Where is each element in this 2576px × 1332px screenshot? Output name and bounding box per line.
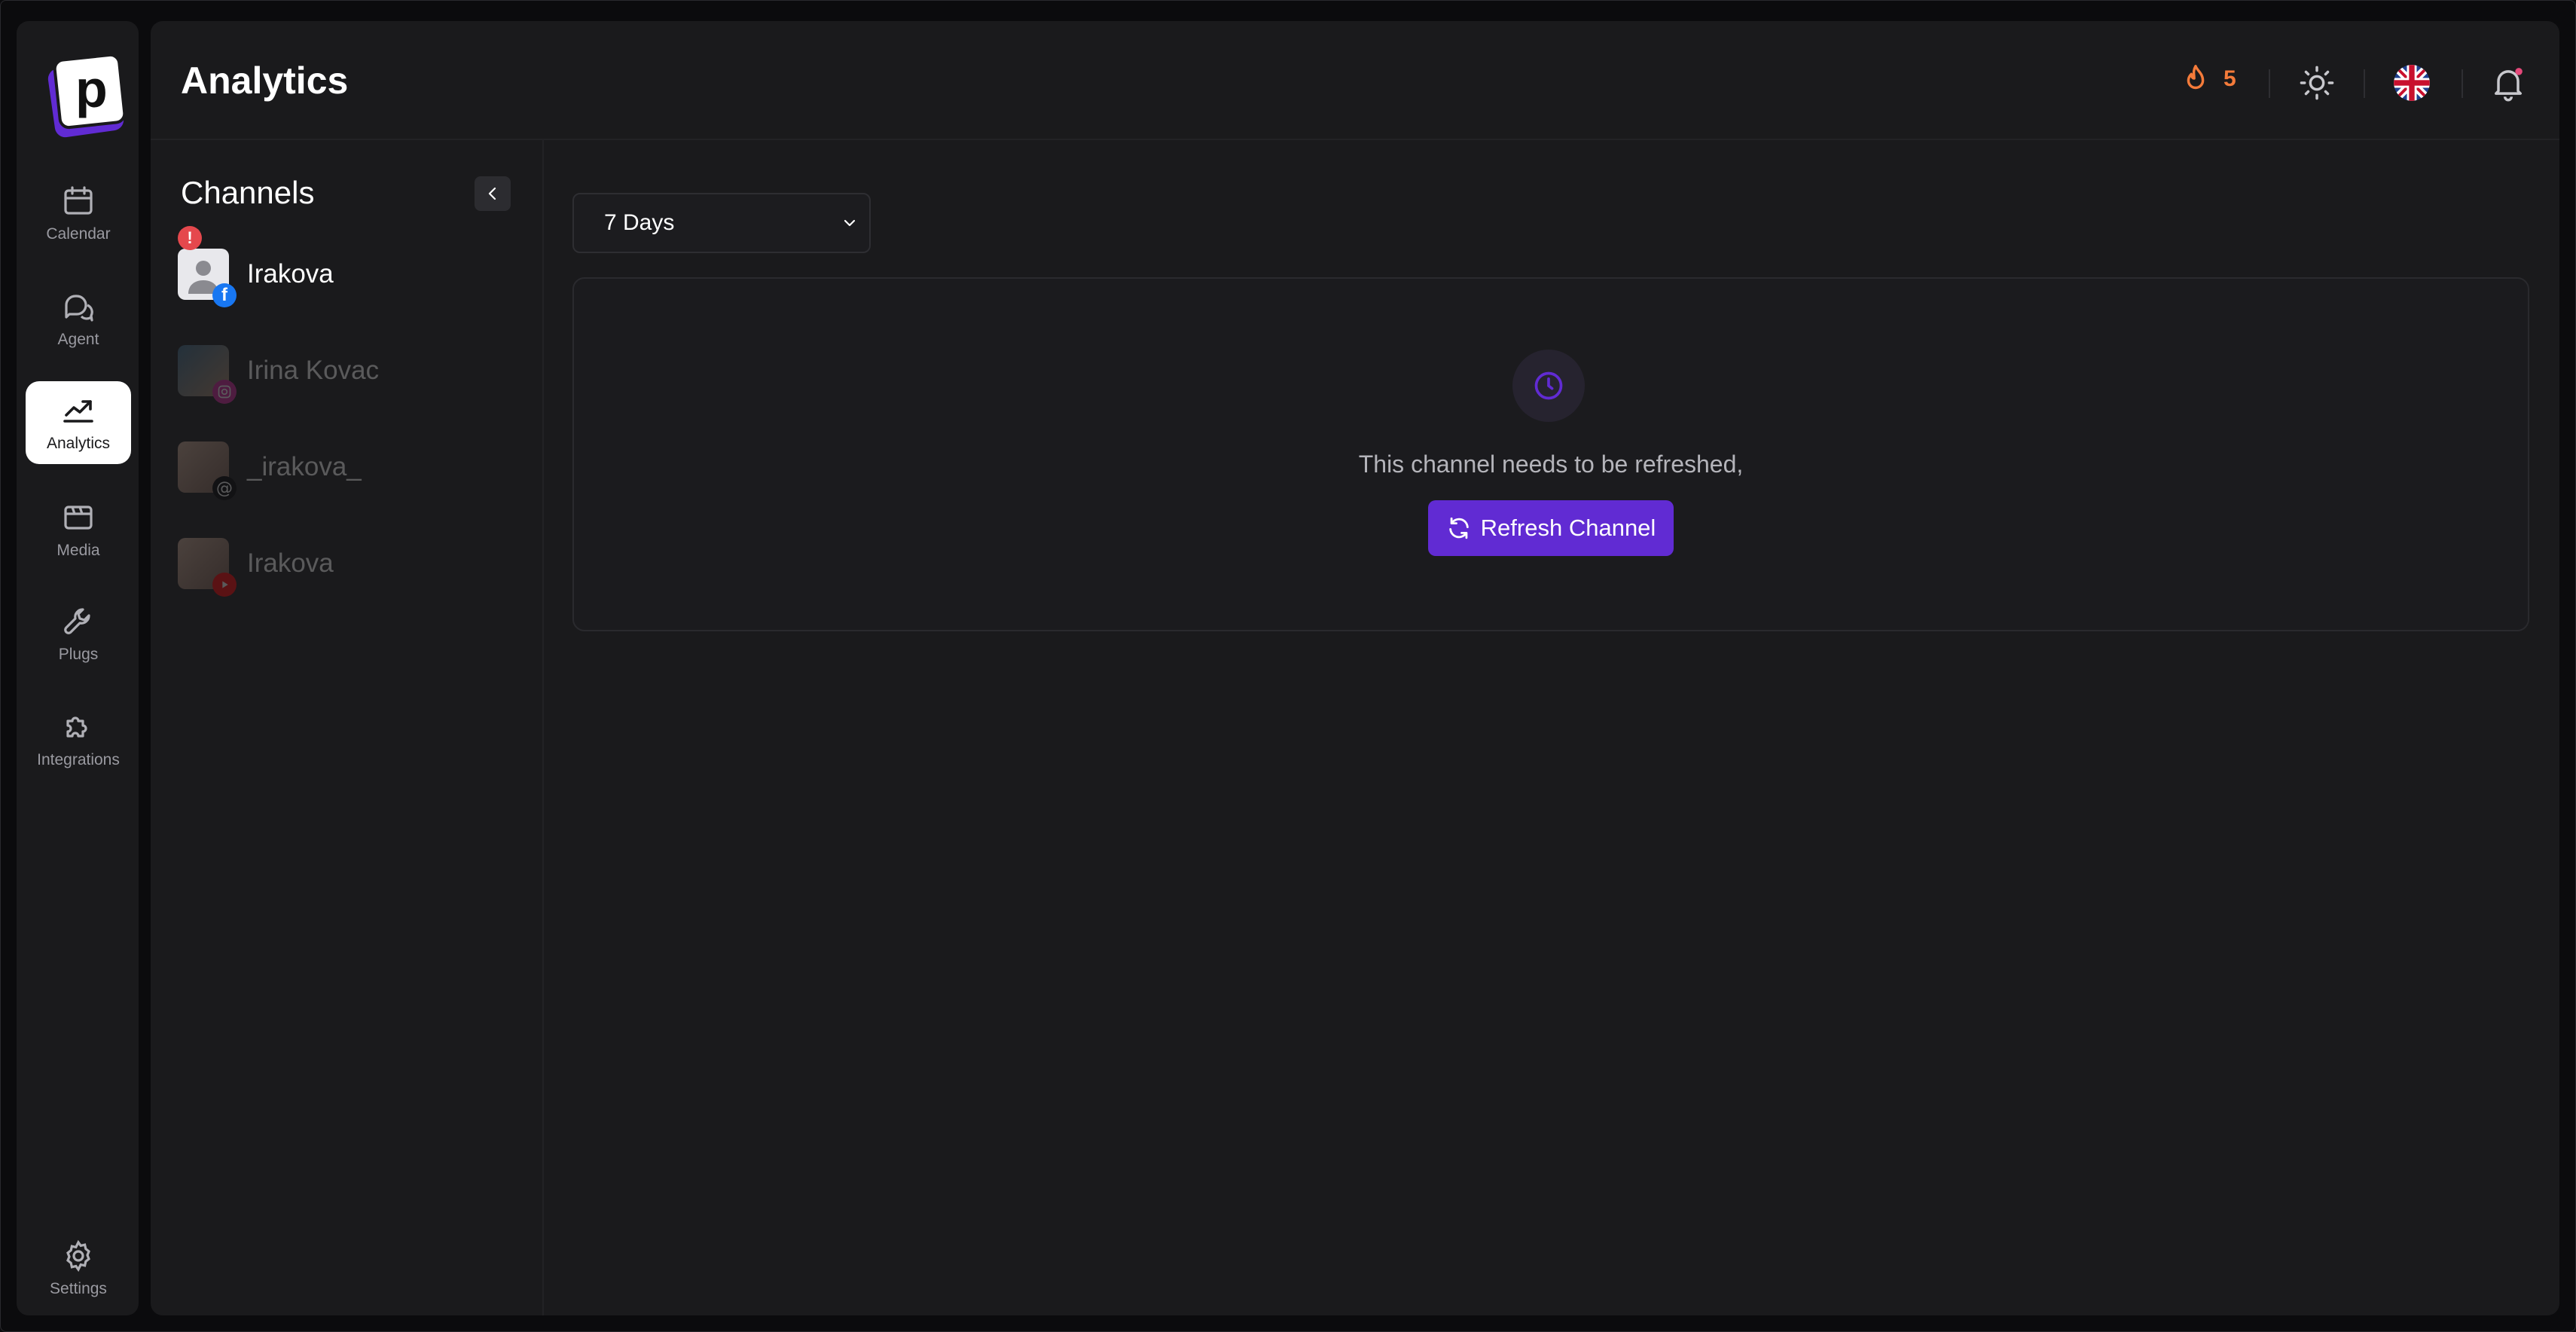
- nav-agent-label: Agent: [57, 331, 99, 348]
- channel-item[interactable]: Irakova: [178, 533, 509, 597]
- refresh-icon: [1448, 517, 1469, 539]
- refresh-notice-card: This channel needs to be refreshed, Refr…: [572, 277, 2529, 631]
- nav-media-label: Media: [56, 542, 100, 559]
- refresh-message: This channel needs to be refreshed,: [1358, 451, 1744, 478]
- nav-rail: p Calendar Agent Analytics Media Plugs I…: [17, 21, 139, 1315]
- header-divider: [2462, 69, 2463, 98]
- channel-avatar: [178, 538, 237, 597]
- channel-name: _irakova_: [247, 452, 362, 481]
- chat-bubbles-icon: [65, 295, 93, 322]
- instagram-icon: [212, 380, 237, 404]
- app-logo[interactable]: p: [47, 53, 127, 139]
- channel-name: Irina Kovac: [247, 356, 380, 385]
- nav-integrations-label: Integrations: [37, 751, 120, 768]
- top-bar: Analytics 5: [151, 21, 2559, 140]
- date-range-select[interactable]: 7 Days: [572, 193, 871, 253]
- calendar-icon: [64, 186, 93, 215]
- clock-icon: [1512, 350, 1585, 422]
- logo-letter: p: [75, 60, 108, 118]
- wrench-icon: [64, 608, 90, 634]
- channel-name: Irakova: [247, 259, 334, 289]
- channels-sidebar: Channels f ! Irakova Irina Kovac @ _irak…: [151, 140, 544, 1315]
- refresh-channel-button[interactable]: Refresh Channel: [1428, 500, 1674, 556]
- chevron-down-icon: [844, 219, 856, 227]
- channel-avatar: @: [178, 441, 237, 500]
- gear-icon: [66, 1239, 90, 1272]
- uk-flag-icon[interactable]: [2392, 63, 2431, 102]
- nav-media[interactable]: Media: [26, 488, 131, 571]
- youtube-icon: [212, 573, 237, 597]
- nav-analytics[interactable]: Analytics: [26, 381, 131, 464]
- facebook-icon: f: [212, 283, 237, 307]
- channel-name: Irakova: [247, 548, 334, 578]
- error-mark: !: [187, 228, 193, 247]
- chevron-left-icon: [488, 187, 496, 200]
- bell-icon[interactable]: [2489, 63, 2528, 102]
- streak-counter[interactable]: 5: [2178, 60, 2236, 98]
- channel-item[interactable]: Irina Kovac: [178, 341, 509, 404]
- channel-item[interactable]: @ _irakova_: [178, 437, 509, 500]
- error-badge-icon: !: [178, 226, 202, 250]
- date-range-value: 7 Days: [604, 210, 675, 235]
- channel-avatar: [178, 345, 237, 404]
- channels-title: Channels: [181, 175, 315, 210]
- nav-calendar-label: Calendar: [46, 225, 111, 243]
- header-divider: [2269, 69, 2270, 98]
- nav-settings[interactable]: Settings: [26, 1227, 131, 1309]
- collapse-sidebar-button[interactable]: [475, 176, 511, 211]
- channel-avatar: f !: [178, 226, 237, 307]
- nav-settings-label: Settings: [50, 1280, 107, 1297]
- nav-plugs[interactable]: Plugs: [26, 592, 131, 675]
- main-panel: Analytics 5 Channels f ! Irakova Irina K…: [151, 21, 2559, 1315]
- flame-icon: [2187, 65, 2205, 90]
- page-title: Analytics: [181, 60, 349, 102]
- channel-item[interactable]: f ! Irakova: [178, 226, 509, 307]
- nav-agent[interactable]: Agent: [26, 277, 131, 360]
- nav-calendar[interactable]: Calendar: [26, 172, 131, 255]
- header-divider: [2364, 69, 2365, 98]
- streak-count: 5: [2223, 66, 2236, 91]
- media-icon: [64, 506, 93, 530]
- sun-icon[interactable]: [2297, 63, 2336, 102]
- refresh-button-label: Refresh Channel: [1480, 515, 1656, 541]
- puzzle-icon: [66, 716, 87, 738]
- nav-integrations[interactable]: Integrations: [26, 698, 131, 781]
- nav-plugs-label: Plugs: [58, 646, 99, 663]
- nav-analytics-label: Analytics: [46, 435, 111, 452]
- threads-icon: @: [212, 476, 237, 500]
- trend-chart-icon: [63, 400, 93, 423]
